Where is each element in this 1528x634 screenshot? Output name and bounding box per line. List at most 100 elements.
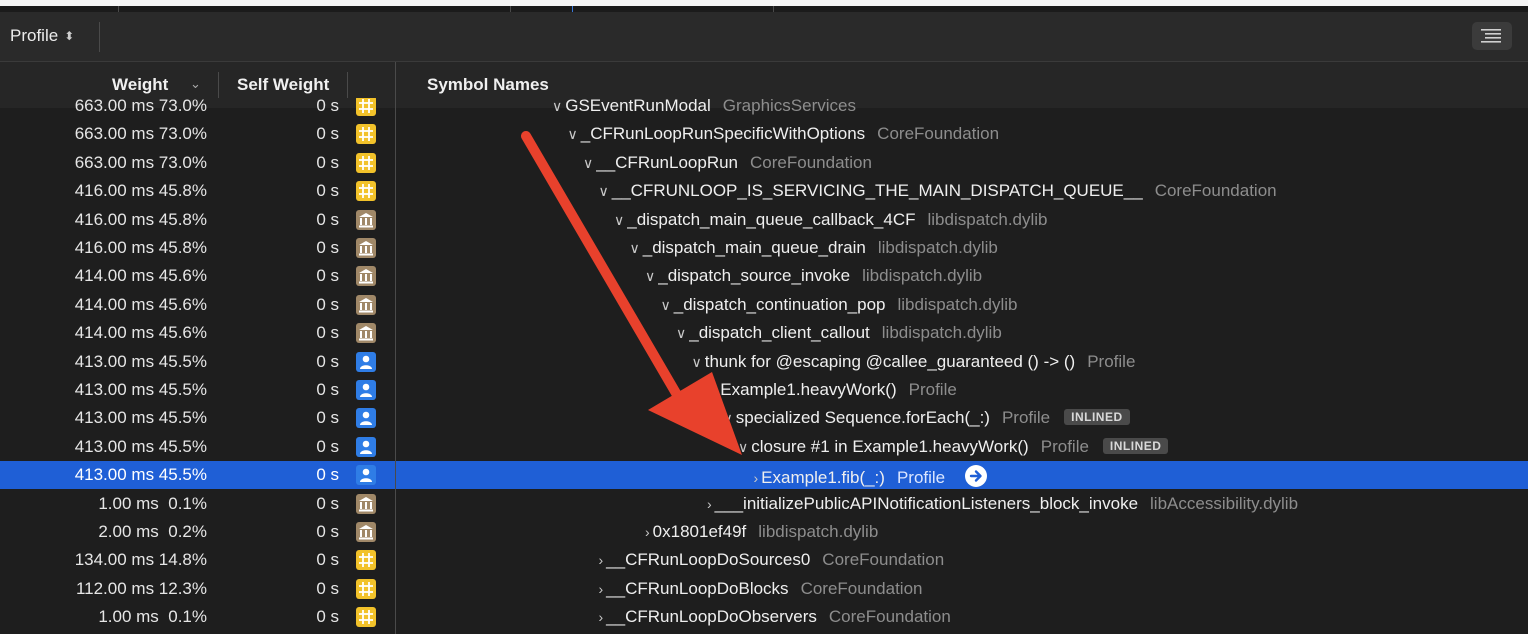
inlined-badge: INLINED bbox=[1102, 437, 1169, 454]
call-tree-row[interactable]: 414.00 ms 45.6% 0 s ∨ _dispatch_source_invo… bbox=[0, 262, 1528, 290]
disclosure-collapsed-icon[interactable]: › bbox=[599, 552, 604, 568]
symbol-cell[interactable]: ∨ _dispatch_main_queue_callback_4CF libdis… bbox=[614, 210, 1048, 230]
symbol-cell[interactable]: ∨ _dispatch_source_invoke libdispatch.dyli… bbox=[645, 266, 982, 286]
list-lines-icon bbox=[1481, 29, 1501, 43]
disclosure-expanded-icon[interactable]: ∨ bbox=[614, 212, 624, 229]
symbol-cell[interactable]: ∨ _dispatch_continuation_pop libdispatch.d… bbox=[661, 295, 1018, 315]
disclosure-expanded-icon[interactable]: ∨ bbox=[723, 410, 733, 427]
call-tree-row[interactable]: 134.00 ms 14.8% 0 s › __CFRunLoopDoSources0… bbox=[0, 546, 1528, 574]
symbol-cell[interactable]: ∨ GSEventRunModal GraphicsServices bbox=[552, 98, 856, 116]
self-weight-value: 0 s bbox=[316, 578, 339, 598]
self-weight-value: 0 s bbox=[316, 98, 339, 115]
self-weight-value: 0 s bbox=[316, 209, 339, 229]
call-tree-row[interactable]: 416.00 ms 45.8% 0 s ∨ _dispatch_main_queue_… bbox=[0, 234, 1528, 262]
self-weight-column-header[interactable]: Self Weight bbox=[237, 75, 329, 95]
go-to-source-arrow-icon[interactable] bbox=[965, 465, 988, 488]
call-tree-row[interactable]: 663.00 ms 73.0% 0 s ∨ _CFRunLoopRunSpecific… bbox=[0, 120, 1528, 148]
library-name: libdispatch.dylib bbox=[877, 238, 998, 257]
self-weight-value: 0 s bbox=[316, 550, 339, 570]
self-weight-value: 0 s bbox=[316, 152, 339, 172]
disclosure-expanded-icon[interactable]: ∨ bbox=[645, 268, 655, 285]
symbol-name: _dispatch_client_callout bbox=[689, 323, 870, 343]
self-weight-value: 0 s bbox=[316, 493, 339, 513]
library-name: CoreFoundation bbox=[828, 607, 951, 627]
framework-icon bbox=[356, 607, 376, 628]
weight-column-header[interactable]: Weight bbox=[112, 75, 168, 95]
disclosure-collapsed-icon[interactable]: › bbox=[707, 496, 712, 512]
symbol-cell[interactable]: ∨ __CFRunLoopRun CoreFoundation bbox=[583, 153, 872, 173]
framework-icon bbox=[356, 152, 376, 173]
symbol-cell[interactable]: ∨ Example1.heavyWork() Profile bbox=[707, 380, 957, 400]
user-code-icon bbox=[356, 436, 376, 457]
profile-popup-button[interactable]: Profile ⬍ bbox=[10, 26, 74, 46]
call-tree-row[interactable]: 416.00 ms 45.8% 0 s ∨ __CFRUNLOOP_IS_SERVIC… bbox=[0, 177, 1528, 205]
symbol-cell[interactable]: › __CFRunLoopDoObservers CoreFoundation bbox=[599, 607, 951, 627]
library-name: CoreFoundation bbox=[877, 124, 1000, 144]
symbol-names-column-header[interactable]: Symbol Names bbox=[427, 75, 549, 95]
library-name: Profile bbox=[1001, 408, 1051, 428]
symbol-cell[interactable]: ∨ __CFRUNLOOP_IS_SERVICING_THE_MAIN_DISPA… bbox=[599, 181, 1277, 201]
library-name: CoreFoundation bbox=[822, 550, 945, 570]
call-tree-row[interactable]: 414.00 ms 45.6% 0 s ∨ _dispatch_continuatio… bbox=[0, 291, 1528, 319]
library-name: CoreFoundation bbox=[1154, 181, 1277, 201]
disclosure-expanded-icon[interactable]: ∨ bbox=[552, 98, 562, 115]
call-tree-row[interactable]: 416.00 ms 45.8% 0 s ∨ _dispatch_main_queue_… bbox=[0, 206, 1528, 234]
call-tree-row[interactable]: 413.00 ms 45.5% 0 s ∨ specialized Sequence.… bbox=[0, 404, 1528, 432]
disclosure-collapsed-icon[interactable]: › bbox=[599, 609, 604, 625]
disclosure-collapsed-icon[interactable]: › bbox=[645, 524, 650, 540]
call-tree-row[interactable]: 1.00 ms 0.1% 0 s › ___initializePublicAPINo… bbox=[0, 490, 1528, 518]
call-tree-row[interactable]: 414.00 ms 45.6% 0 s ∨ _dispatch_client_call… bbox=[0, 319, 1528, 347]
symbol-name: __CFRunLoopDoSources0 bbox=[606, 550, 811, 570]
sort-chevron-icon[interactable]: ⌄ bbox=[190, 76, 201, 92]
library-name: CoreFoundation bbox=[800, 578, 923, 598]
library-icon bbox=[356, 209, 376, 230]
call-tree-row[interactable]: 663.00 ms 73.0% 0 s ∨ __CFRunLoopRun CoreFou… bbox=[0, 149, 1528, 177]
disclosure-expanded-icon[interactable]: ∨ bbox=[599, 183, 609, 200]
call-tree-row[interactable]: 2.00 ms 0.2% 0 s › 0x1801ef49f libdispatch.d… bbox=[0, 518, 1528, 546]
library-icon bbox=[356, 266, 376, 287]
symbol-cell[interactable]: ∨ _dispatch_client_callout libdispatch.dyl… bbox=[676, 323, 1002, 343]
disclosure-expanded-icon[interactable]: ∨ bbox=[707, 382, 717, 399]
library-name: libdispatch.dylib bbox=[927, 209, 1048, 229]
symbol-cell[interactable]: ∨ _dispatch_main_queue_drain libdispatch.d… bbox=[630, 238, 998, 258]
symbol-cell[interactable]: ∨ thunk for @escaping @callee_guaranteed … bbox=[692, 352, 1136, 372]
disclosure-expanded-icon[interactable]: ∨ bbox=[661, 297, 671, 314]
call-tree-row[interactable]: 413.00 ms 45.5% 0 s ∨ thunk for @escaping @… bbox=[0, 348, 1528, 376]
call-tree-row[interactable]: 1.00 ms 0.1% 0 s › __CFRunLoopDoObservers Co… bbox=[0, 603, 1528, 631]
disclosure-collapsed-icon[interactable]: › bbox=[599, 581, 604, 597]
symbol-name: Example1.heavyWork() bbox=[720, 380, 897, 399]
symbol-cell[interactable]: ∨ specialized Sequence.forEach(_:) Profile… bbox=[723, 408, 1130, 428]
symbol-name: 0x1801ef49f bbox=[652, 522, 747, 541]
framework-icon bbox=[356, 578, 376, 599]
symbol-cell[interactable]: ∨ _CFRunLoopRunSpecificWithOptions CoreFou… bbox=[568, 124, 1000, 144]
user-code-icon bbox=[356, 465, 376, 486]
library-name: GraphicsServices bbox=[722, 98, 856, 115]
list-view-button[interactable] bbox=[1472, 22, 1512, 50]
call-tree-row[interactable]: 413.00 ms 45.5% 0 s › Example1.fib(_:) Profi… bbox=[0, 461, 1528, 490]
symbol-cell[interactable]: › Example1.fib(_:) Profile bbox=[754, 465, 988, 488]
symbol-cell[interactable]: › ___initializePublicAPINotificationListe… bbox=[707, 494, 1298, 514]
disclosure-expanded-icon[interactable]: ∨ bbox=[583, 155, 593, 172]
disclosure-expanded-icon[interactable]: ∨ bbox=[676, 325, 686, 342]
call-tree-row[interactable]: 413.00 ms 45.5% 0 s ∨ Example1.heavyWork() P… bbox=[0, 376, 1528, 404]
symbol-cell[interactable]: › 0x1801ef49f libdispatch.dylib bbox=[645, 522, 878, 542]
disclosure-collapsed-icon[interactable]: › bbox=[754, 470, 759, 486]
call-tree-row[interactable]: 112.00 ms 12.3% 0 s › __CFRunLoopDoBlocks Co… bbox=[0, 575, 1528, 603]
symbol-name: specialized Sequence.forEach(_:) bbox=[735, 408, 990, 428]
library-name: Profile bbox=[896, 468, 946, 488]
call-tree-row[interactable]: 663.00 ms 73.0% 0 s ∨ GSEventRunModal Graphi… bbox=[0, 98, 1528, 120]
disclosure-expanded-icon[interactable]: ∨ bbox=[568, 126, 578, 143]
symbol-cell[interactable]: ∨ closure #1 in Example1.heavyWork() Profi… bbox=[738, 437, 1169, 457]
disclosure-expanded-icon[interactable]: ∨ bbox=[692, 354, 702, 371]
call-tree-row[interactable]: 413.00 ms 45.5% 0 s ∨ closure #1 in Example… bbox=[0, 433, 1528, 461]
symbol-cell[interactable]: › __CFRunLoopDoSources0 CoreFoundation bbox=[599, 550, 945, 570]
symbol-name: ___initializePublicAPINotificationListen… bbox=[714, 493, 1139, 513]
self-weight-value: 0 s bbox=[316, 436, 339, 456]
self-weight-value: 0 s bbox=[316, 323, 339, 343]
column-divider bbox=[395, 62, 396, 634]
symbol-cell[interactable]: › __CFRunLoopDoBlocks CoreFoundation bbox=[599, 579, 923, 599]
disclosure-expanded-icon[interactable]: ∨ bbox=[630, 240, 640, 257]
self-weight-value: 0 s bbox=[316, 238, 339, 257]
user-code-icon bbox=[356, 408, 376, 429]
disclosure-expanded-icon[interactable]: ∨ bbox=[738, 439, 748, 456]
